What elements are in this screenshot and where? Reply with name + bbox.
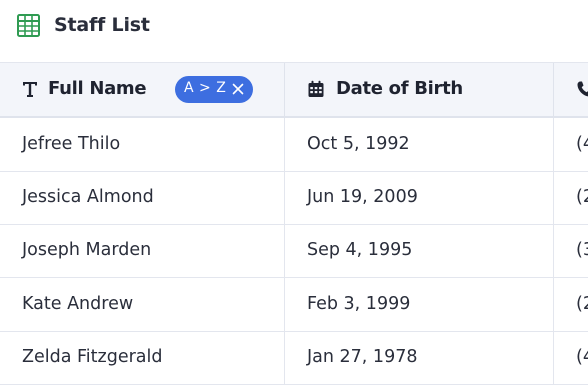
cell-value: (2 — [576, 294, 588, 314]
column-label-full-name: Full Name — [48, 78, 147, 99]
cell-date-of-birth[interactable]: Oct 5, 1992 — [285, 118, 554, 171]
cell-value: Jan 27, 1978 — [307, 347, 418, 367]
sort-chip[interactable]: A > Z — [175, 76, 253, 103]
cell-value: (3 — [576, 240, 588, 260]
cell-date-of-birth[interactable]: Feb 3, 1999 — [285, 278, 554, 331]
cell-phone[interactable]: (4 — [554, 331, 588, 384]
cell-full-name[interactable]: Jessica Almond — [0, 171, 285, 224]
table-row[interactable]: Jessica Almond Jun 19, 2009 (2 — [0, 171, 588, 225]
title-bar: Staff List — [0, 0, 588, 63]
cell-value: (2 — [576, 187, 588, 207]
table-row[interactable]: Zelda Fitzgerald Jan 27, 1978 (4 — [0, 331, 588, 385]
table-row[interactable]: Kate Andrew Feb 3, 1999 (2 — [0, 278, 588, 332]
cell-phone[interactable]: (2 — [554, 278, 588, 331]
cell-value: Oct 5, 1992 — [307, 134, 410, 154]
close-icon[interactable] — [232, 83, 244, 95]
cell-date-of-birth[interactable]: Jun 19, 2009 — [285, 171, 554, 224]
cell-value: (4 — [576, 134, 588, 154]
table-row[interactable]: Joseph Marden Sep 4, 1995 (3 — [0, 224, 588, 278]
calendar-icon — [308, 80, 324, 97]
table-header: Full Name A > Z Date of Birth — [0, 63, 588, 118]
cell-value: Jessica Almond — [22, 187, 154, 207]
cell-value: Zelda Fitzgerald — [22, 347, 163, 367]
cell-value: Joseph Marden — [22, 240, 152, 260]
cell-value: Kate Andrew — [22, 294, 134, 314]
cell-value: Jefree Thilo — [22, 134, 121, 154]
column-header-full-name[interactable]: Full Name A > Z — [0, 63, 285, 116]
column-header-date-of-birth[interactable]: Date of Birth — [285, 63, 554, 116]
cell-full-name[interactable]: Jefree Thilo — [0, 118, 285, 171]
cell-full-name[interactable]: Kate Andrew — [0, 278, 285, 331]
cell-full-name[interactable]: Joseph Marden — [0, 224, 285, 277]
cell-value: (4 — [576, 347, 588, 367]
table-row[interactable]: Jefree Thilo Oct 5, 1992 (4 — [0, 118, 588, 172]
text-type-icon — [23, 82, 37, 97]
cell-date-of-birth[interactable]: Jan 27, 1978 — [285, 331, 554, 384]
column-header-phone[interactable] — [554, 63, 588, 116]
cell-value: Jun 19, 2009 — [307, 187, 418, 207]
sort-label: A > Z — [184, 80, 227, 96]
cell-phone[interactable]: (3 — [554, 224, 588, 277]
cell-full-name[interactable]: Zelda Fitzgerald — [0, 331, 285, 384]
phone-icon — [577, 81, 588, 97]
spreadsheet-icon — [17, 14, 40, 37]
page-title: Staff List — [54, 14, 150, 36]
cell-value: Feb 3, 1999 — [307, 294, 411, 314]
cell-phone[interactable]: (2 — [554, 171, 588, 224]
column-label-date-of-birth: Date of Birth — [336, 78, 463, 99]
cell-date-of-birth[interactable]: Sep 4, 1995 — [285, 224, 554, 277]
cell-phone[interactable]: (4 — [554, 118, 588, 171]
cell-value: Sep 4, 1995 — [307, 240, 413, 260]
